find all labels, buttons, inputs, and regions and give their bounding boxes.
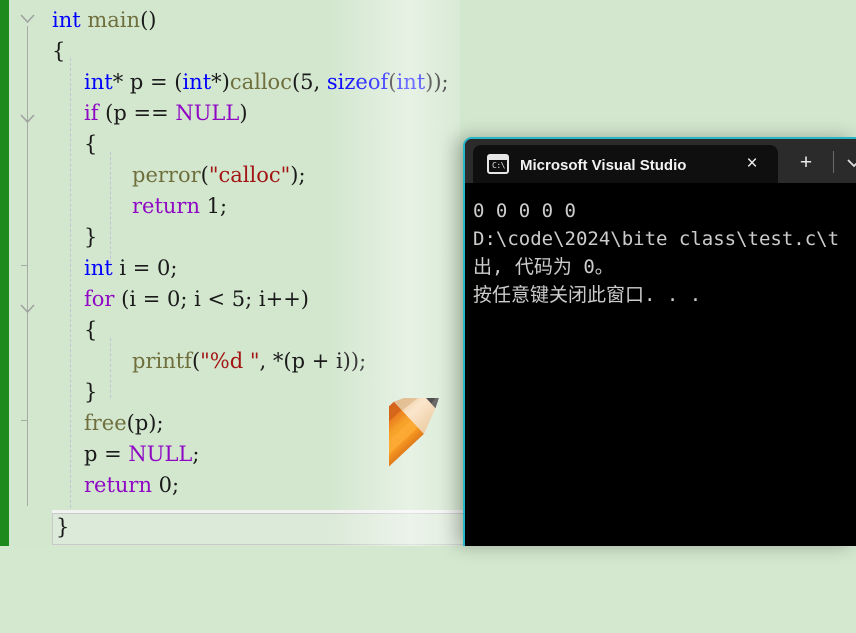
debug-console-window[interactable]: C:\ Microsoft Visual Studio 调试控制台 × + 0 …: [463, 137, 856, 546]
close-icon[interactable]: ×: [742, 154, 762, 174]
toolbar-divider: [833, 151, 834, 173]
token-function: main: [87, 8, 141, 32]
code-line-4[interactable]: if (p == NULL): [0, 98, 856, 129]
console-output-line: 0 0 0 0 0: [473, 200, 576, 222]
console-output[interactable]: 0 0 0 0 0 D:\code\2024\bite class\test.c…: [465, 183, 856, 546]
code-line-2[interactable]: {: [0, 36, 856, 67]
code-line-1[interactable]: int main(): [0, 5, 856, 36]
console-icon-prompt: C:\: [492, 161, 505, 170]
console-tab-title: Microsoft Visual Studio 调试控制台: [520, 156, 688, 174]
console-tab[interactable]: C:\ Microsoft Visual Studio 调试控制台 ×: [473, 145, 778, 183]
token-keyword: int: [52, 8, 81, 32]
console-cmd-icon: C:\: [487, 154, 509, 174]
console-output-line: D:\code\2024\bite class\test.c\t: [473, 228, 840, 250]
chevron-down-icon[interactable]: [843, 153, 856, 173]
console-output-line: 出, 代码为 0。: [473, 256, 614, 278]
new-tab-button[interactable]: +: [795, 152, 817, 174]
console-titlebar[interactable]: C:\ Microsoft Visual Studio 调试控制台 × +: [465, 139, 856, 183]
console-output-line: 按任意键关闭此窗口. . .: [473, 284, 702, 306]
code-line-3[interactable]: int* p = (int*)calloc(5, sizeof(int));: [0, 67, 856, 98]
